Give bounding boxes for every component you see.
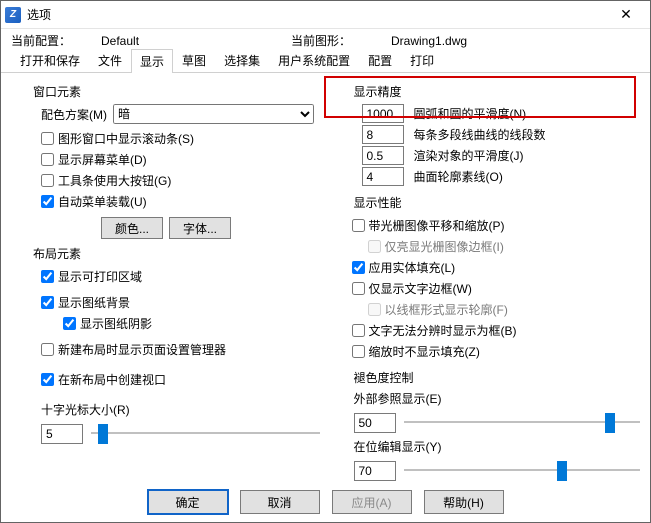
label-paper-shadow: 显示图纸阴影	[80, 315, 152, 332]
arc-smoothness-input[interactable]: 1000	[362, 104, 404, 123]
checkbox-paper-bg[interactable]	[41, 296, 54, 309]
xref-fade-input[interactable]: 50	[354, 413, 396, 433]
label-panzoom-raster: 带光栅图像平移和缩放(P)	[369, 217, 505, 234]
help-button[interactable]: 帮助(H)	[424, 490, 504, 514]
apply-button[interactable]: 应用(A)	[332, 490, 412, 514]
tab-file[interactable]: 文件	[89, 48, 131, 72]
render-smoothness-label: 渲染对象的平滑度(J)	[414, 147, 524, 164]
label-printable-area: 显示可打印区域	[58, 268, 142, 285]
checkbox-create-viewport[interactable]	[41, 373, 54, 386]
checkbox-text-outline[interactable]	[352, 282, 365, 295]
tabstrip: 打开和保存 文件 显示 草图 选择集 用户系统配置 配置 打印	[1, 51, 650, 73]
polyline-segments-input[interactable]: 8	[362, 125, 404, 144]
label-scrollbars: 图形窗口中显示滚动条(S)	[58, 130, 194, 147]
label-screen-menu: 显示屏幕菜单(D)	[58, 151, 147, 168]
label-wireframe-silhouette: 以线框形式显示轮廓(F)	[385, 301, 508, 318]
checkbox-wireframe-silhouette	[368, 303, 381, 316]
surface-contour-input[interactable]: 4	[362, 167, 404, 186]
group-layout-elements: 布局元素	[33, 245, 320, 262]
tab-user-config[interactable]: 用户系统配置	[269, 48, 359, 72]
tab-config[interactable]: 配置	[359, 48, 401, 72]
label-paper-bg: 显示图纸背景	[58, 294, 130, 311]
dialog-footer: 确定 取消 应用(A) 帮助(H)	[1, 490, 650, 514]
label-create-viewport: 在新布局中创建视口	[58, 371, 166, 388]
group-window-elements: 窗口元素	[33, 83, 320, 100]
polyline-segments-label: 每条多段线曲线的线段数	[414, 126, 546, 143]
render-smoothness-input[interactable]: 0.5	[362, 146, 404, 165]
inplace-fade-label: 在位编辑显示(Y)	[354, 438, 641, 455]
font-button[interactable]: 字体...	[169, 217, 231, 239]
current-drawing-value: Drawing1.dwg	[391, 34, 581, 48]
checkbox-highlight-raster-frame	[368, 240, 381, 253]
current-drawing-label: 当前图形：	[291, 32, 391, 49]
label-solid-fill: 应用实体填充(L)	[369, 259, 456, 276]
current-config-label: 当前配置：	[11, 32, 101, 49]
arc-smoothness-label: 圆弧和圆的平滑度(N)	[414, 105, 527, 122]
cancel-button[interactable]: 取消	[240, 490, 320, 514]
label-auto-menu: 自动菜单装载(U)	[58, 193, 147, 210]
inplace-fade-input[interactable]: 70	[354, 461, 396, 481]
label-pagesetup: 新建布局时显示页面设置管理器	[58, 341, 226, 358]
crosshair-size-input[interactable]: 5	[41, 424, 83, 444]
inplace-fade-slider[interactable]	[404, 459, 641, 483]
current-config-value: Default	[101, 34, 291, 48]
checkbox-paper-shadow[interactable]	[63, 317, 76, 330]
tab-open-save[interactable]: 打开和保存	[11, 48, 89, 72]
xref-fade-label: 外部参照显示(E)	[354, 390, 641, 407]
close-icon[interactable]: ✕	[606, 1, 646, 29]
label-highlight-raster-frame: 仅亮显光栅图像边框(I)	[385, 238, 504, 255]
checkbox-pagesetup[interactable]	[41, 343, 54, 356]
crosshair-size-label: 十字光标大小(R)	[41, 401, 320, 418]
surface-contour-label: 曲面轮廓素线(O)	[414, 168, 503, 185]
label-text-boxes: 文字无法分辨时显示为框(B)	[369, 322, 517, 339]
group-display-performance: 显示性能	[354, 194, 641, 211]
color-button[interactable]: 颜色...	[101, 217, 163, 239]
label-big-buttons: 工具条使用大按钮(G)	[58, 172, 171, 189]
checkbox-screen-menu[interactable]	[41, 153, 54, 166]
color-scheme-select[interactable]: 暗	[113, 104, 314, 124]
checkbox-big-buttons[interactable]	[41, 174, 54, 187]
group-display-precision: 显示精度	[354, 83, 641, 100]
checkbox-nofill-zoom[interactable]	[352, 345, 365, 358]
checkbox-text-boxes[interactable]	[352, 324, 365, 337]
checkbox-scrollbars[interactable]	[41, 132, 54, 145]
color-scheme-label: 配色方案(M)	[41, 106, 107, 123]
checkbox-solid-fill[interactable]	[352, 261, 365, 274]
label-nofill-zoom: 缩放时不显示填充(Z)	[369, 343, 480, 360]
label-text-outline: 仅显示文字边框(W)	[369, 280, 472, 297]
tab-print[interactable]: 打印	[401, 48, 443, 72]
tab-selection[interactable]: 选择集	[215, 48, 269, 72]
group-fade-control: 褪色度控制	[354, 369, 641, 386]
checkbox-auto-menu[interactable]	[41, 195, 54, 208]
xref-fade-slider[interactable]	[404, 411, 641, 435]
tab-display[interactable]: 显示	[131, 49, 173, 73]
crosshair-size-slider[interactable]	[91, 422, 320, 446]
titlebar: Z 选项 ✕	[1, 1, 650, 29]
checkbox-panzoom-raster[interactable]	[352, 219, 365, 232]
window-title: 选项	[27, 6, 51, 23]
checkbox-printable-area[interactable]	[41, 270, 54, 283]
app-icon: Z	[5, 7, 21, 23]
ok-button[interactable]: 确定	[148, 490, 228, 514]
tab-sketch[interactable]: 草图	[173, 48, 215, 72]
